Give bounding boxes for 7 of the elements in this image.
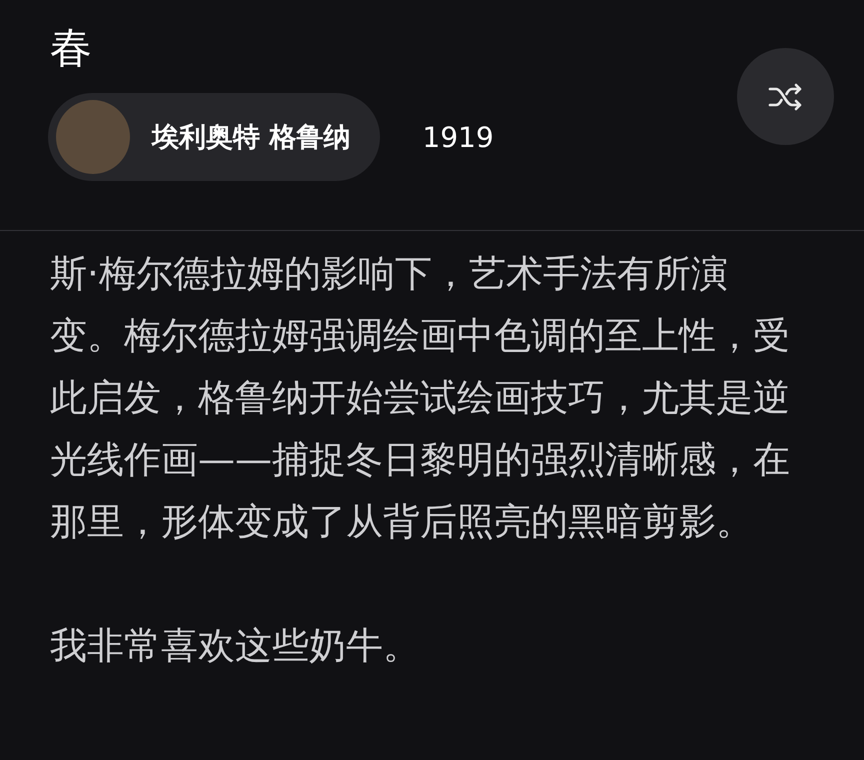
artist-chip[interactable]: 埃利奥特 格鲁纳 [48,93,380,181]
artwork-title: 春 [49,22,93,74]
year-label: 1919 [422,120,494,154]
description-paragraph: 斯·梅尔德拉姆的影响下，艺术手法有所演变。梅尔德拉姆强调绘画中色调的至上性，受此启发，格鲁纳开始尝试绘画技巧，尤其是逆光线作画——捕捉冬日黎明的强烈清晰感，在那里，形体变成了从背后照亮的黑暗剪影。 [50,251,791,545]
description-paragraph: 我非常喜欢这些奶牛。 [50,623,421,669]
artist-name: 埃利奥特 格鲁纳 [152,121,350,155]
shuffle-icon [768,82,804,110]
